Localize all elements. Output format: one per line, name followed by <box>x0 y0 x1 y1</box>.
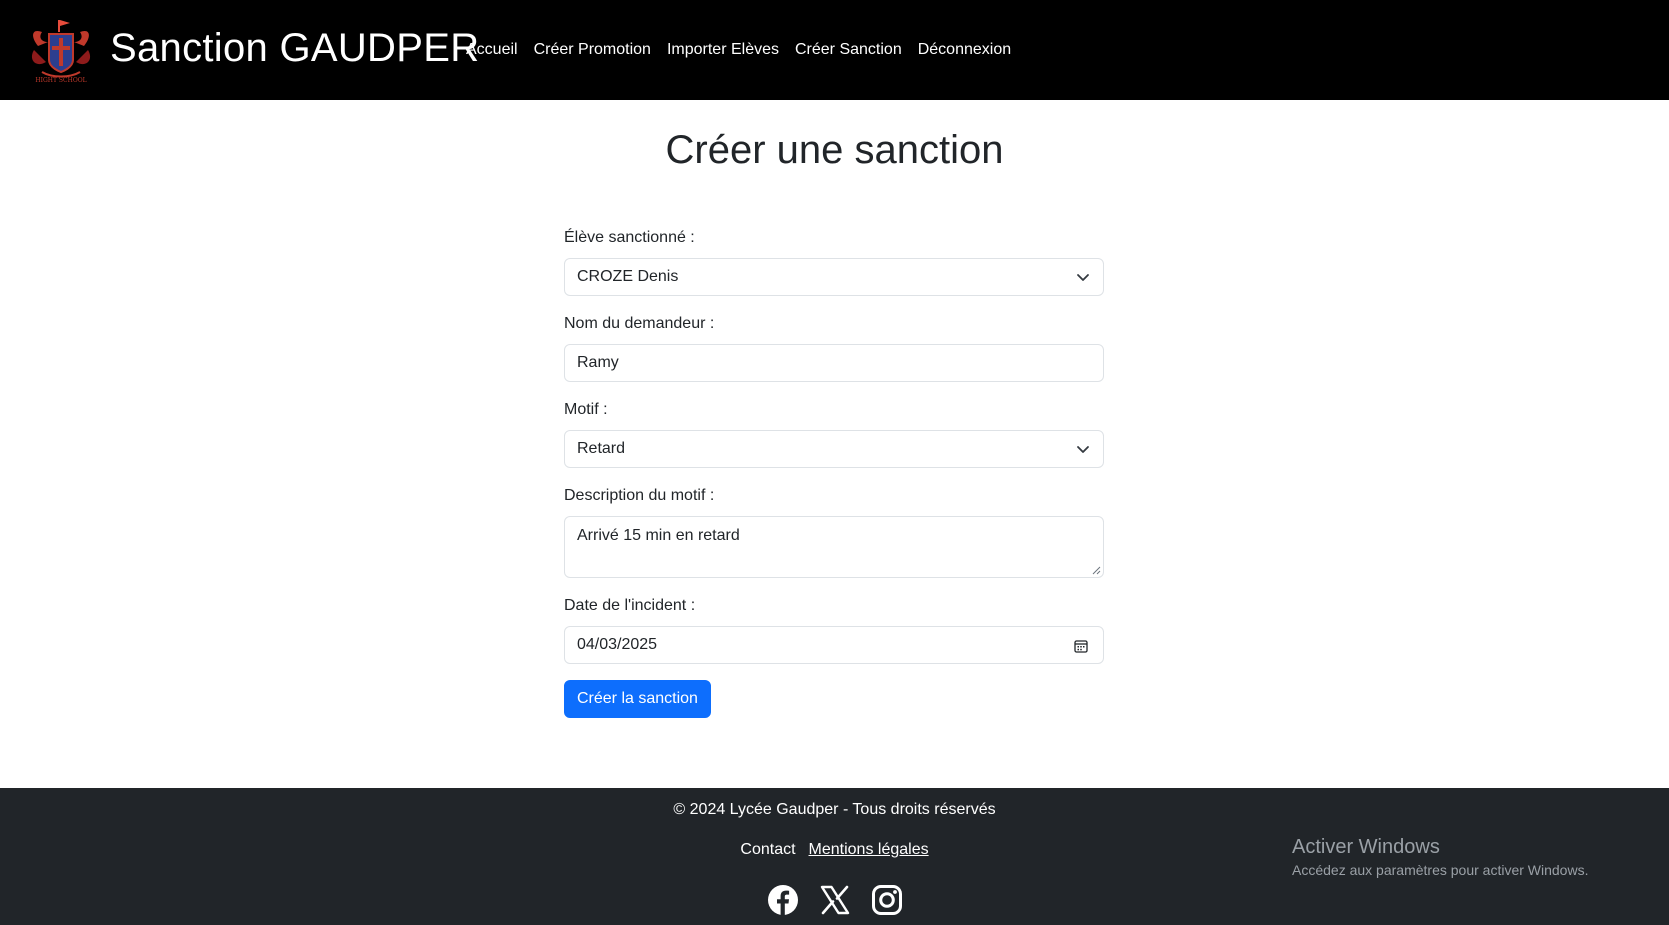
chevron-down-icon <box>1077 446 1089 453</box>
motif-select[interactable]: Retard <box>564 430 1104 468</box>
footer: © 2024 Lycée Gaudper - Tous droits réser… <box>0 788 1669 925</box>
nav-creer-sanction[interactable]: Créer Sanction <box>787 38 910 62</box>
eleve-select-value: CROZE Denis <box>577 268 679 285</box>
demandeur-label: Nom du demandeur : <box>564 315 715 332</box>
windows-activation-watermark: Activer Windows Accédez aux paramètres p… <box>1292 834 1588 880</box>
nav-deconnexion[interactable]: Déconnexion <box>910 38 1019 62</box>
navbar: HIGHT SCHOOL Sanction GAUDPER Accueil Cr… <box>0 0 1669 100</box>
watermark-title: Activer Windows <box>1292 836 1440 858</box>
description-textarea[interactable]: Arrivé 15 min en retard <box>564 516 1104 578</box>
description-label: Description du motif : <box>564 487 715 504</box>
motif-label: Motif : <box>564 401 608 418</box>
date-input[interactable]: 04/03/2025 <box>564 626 1104 664</box>
date-input-value: 04/03/2025 <box>577 636 658 653</box>
svg-text:HIGHT SCHOOL: HIGHT SCHOOL <box>35 77 86 84</box>
nav-creer-promotion[interactable]: Créer Promotion <box>526 38 659 62</box>
date-label: Date de l'incident : <box>564 597 696 614</box>
calendar-icon[interactable] <box>1073 638 1089 654</box>
footer-link-mentions-legales[interactable]: Mentions légales <box>809 838 929 862</box>
social-links <box>0 884 1669 916</box>
brand-title[interactable]: Sanction GAUDPER <box>110 22 479 74</box>
eleve-label: Élève sanctionné : <box>564 229 695 246</box>
watermark-subtitle: Accédez aux paramètres pour activer Wind… <box>1292 862 1589 878</box>
motif-select-value: Retard <box>577 440 626 457</box>
chevron-down-icon <box>1077 274 1089 281</box>
nav-accueil[interactable]: Accueil <box>466 38 526 62</box>
footer-link-contact[interactable]: Contact <box>740 838 795 862</box>
school-crest-icon[interactable]: HIGHT SCHOOL <box>28 16 94 84</box>
facebook-icon[interactable] <box>767 884 799 916</box>
page: HIGHT SCHOOL Sanction GAUDPER Accueil Cr… <box>0 0 1669 925</box>
resize-grip-icon[interactable] <box>1091 565 1101 575</box>
copyright-text: © 2024 Lycée Gaudper - Tous droits réser… <box>673 801 996 818</box>
demandeur-input[interactable]: Ramy <box>564 344 1104 382</box>
sanction-form: Élève sanctionné : CROZE Denis Nom du de… <box>564 226 1104 718</box>
x-icon[interactable] <box>819 884 851 916</box>
nav-menu: Accueil Créer Promotion Importer Elèves … <box>466 38 1019 62</box>
description-textarea-value: Arrivé 15 min en retard <box>577 527 740 544</box>
demandeur-input-value: Ramy <box>577 354 619 371</box>
instagram-icon[interactable] <box>871 884 903 916</box>
page-title: Créer une sanction <box>665 128 1004 172</box>
create-sanction-button[interactable]: Créer la sanction <box>564 680 711 718</box>
eleve-select[interactable]: CROZE Denis <box>564 258 1104 296</box>
nav-importer-eleves[interactable]: Importer Elèves <box>659 38 787 62</box>
